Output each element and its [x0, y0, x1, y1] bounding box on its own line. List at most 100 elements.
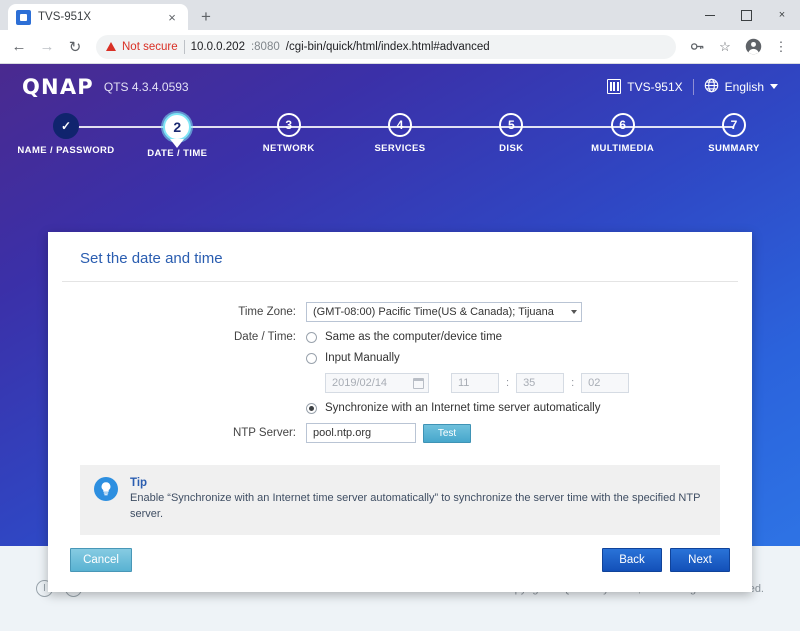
tip-text-block: Tip Enable “Synchronize with an Internet…: [130, 477, 706, 523]
language-selector[interactable]: English: [704, 78, 778, 96]
datetime-label: Date / Time:: [234, 331, 296, 343]
input-manually-row: Input Manually: [48, 352, 752, 364]
qnap-logo: QNAP: [22, 74, 94, 99]
reload-icon[interactable]: ↻: [62, 34, 88, 60]
tab-strip: TVS-951X × +: [0, 0, 220, 30]
tip-body: Enable “Synchronize with an Internet tim…: [130, 492, 701, 520]
back-button[interactable]: Back: [602, 548, 662, 572]
tip-title: Tip: [130, 477, 148, 489]
radio-same-label: Same as the computer/device time: [325, 331, 503, 343]
step-7-circle: 7: [721, 113, 746, 137]
page-title: Set the date and time: [80, 250, 223, 267]
hour-select[interactable]: 11: [451, 373, 499, 393]
forward-icon[interactable]: →: [34, 34, 60, 60]
qnap-app-header: QNAP QTS 4.3.4.0593 TVS-951X English: [0, 64, 800, 109]
setup-card: Set the date and time Time Zone: (GMT-08…: [48, 232, 752, 592]
sync-ntp-row: Synchronize with an Internet time server…: [48, 402, 752, 414]
step-3-label: NETWORK: [262, 143, 315, 154]
minute-select[interactable]: 35: [516, 373, 565, 393]
minimize-button[interactable]: [692, 0, 728, 30]
step-4-label: SERVICES: [374, 143, 426, 154]
radio-button-icon: [306, 402, 317, 414]
qnap-favicon-icon: [16, 9, 31, 25]
step-1-label: NAME / PASSWORD: [17, 145, 115, 156]
maximize-button[interactable]: [728, 0, 764, 30]
step-6-label: MULTIMEDIA: [591, 143, 655, 154]
bookmark-star-icon[interactable]: ☆: [712, 34, 738, 60]
device-indicator: TVS-951X: [607, 79, 683, 94]
step-2-date-time[interactable]: 2 DATE / TIME: [127, 113, 227, 159]
url-port: :8080: [250, 40, 280, 53]
second-select[interactable]: 02: [581, 373, 630, 393]
radio-same-as-computer[interactable]: Same as the computer/device time: [306, 331, 502, 343]
manual-datetime-controls: 2019/02/14 11 : 35 : 02: [325, 373, 630, 393]
step-1-name-password[interactable]: ✓ NAME / PASSWORD: [16, 113, 116, 156]
timezone-select[interactable]: (GMT-08:00) Pacific Time(US & Canada); T…: [306, 302, 582, 322]
ntp-controls: pool.ntp.org Test: [306, 423, 471, 443]
step-4-circle: 4: [387, 113, 412, 137]
qts-version-label: QTS 4.3.4.0593: [103, 79, 189, 94]
step-6-multimedia[interactable]: 6 MULTIMEDIA: [573, 113, 673, 154]
language-label: English: [724, 79, 764, 94]
ntp-server-row: NTP Server: pool.ntp.org Test: [48, 423, 752, 443]
cancel-button[interactable]: Cancel: [70, 548, 132, 572]
nav-button-group: Back Next: [602, 548, 730, 572]
toolbar-icon-group: ☆ ⋮: [684, 34, 794, 60]
date-time-form: Time Zone: (GMT-08:00) Pacific Time(US &…: [48, 282, 752, 443]
page-viewport: QNAP QTS 4.3.4.0593 TVS-951X English ✓ N…: [0, 64, 800, 631]
url-host: 10.0.0.202: [190, 40, 245, 53]
test-button[interactable]: Test: [423, 423, 471, 443]
lightbulb-icon: [94, 477, 118, 501]
window-controls: ×: [692, 0, 800, 30]
time-colon-2: :: [571, 377, 575, 389]
radio-button-icon: [306, 331, 317, 343]
step-5-label: DISK: [499, 143, 524, 154]
timezone-value: (GMT-08:00) Pacific Time(US & Canada); T…: [313, 306, 554, 318]
step-6-circle: 6: [610, 113, 635, 137]
card-action-bar: Cancel Back Next: [48, 548, 752, 592]
step-2-label: DATE / TIME: [147, 148, 208, 159]
step-5-disk[interactable]: 5 DISK: [461, 113, 561, 154]
step-7-label: SUMMARY: [708, 143, 760, 154]
hour-value: 11: [458, 377, 470, 389]
ntp-server-label: NTP Server:: [232, 427, 296, 439]
chevron-down-icon: [571, 310, 577, 314]
ntp-server-value: pool.ntp.org: [313, 427, 372, 439]
timezone-label: Time Zone:: [238, 306, 296, 318]
profile-avatar-icon[interactable]: [740, 34, 766, 60]
close-window-button[interactable]: ×: [764, 0, 800, 30]
minute-value: 35: [523, 377, 536, 389]
not-secure-warning-icon: [106, 42, 116, 51]
ntp-server-input[interactable]: pool.ntp.org: [306, 423, 416, 443]
step-3-network[interactable]: 3 NETWORK: [239, 113, 339, 154]
timezone-row: Time Zone: (GMT-08:00) Pacific Time(US &…: [48, 302, 752, 322]
browser-tab[interactable]: TVS-951X ×: [8, 4, 188, 30]
key-icon[interactable]: [684, 34, 710, 60]
radio-manual-label: Input Manually: [325, 352, 400, 364]
security-status-text: Not secure: [122, 40, 178, 53]
new-tab-button[interactable]: +: [192, 4, 220, 30]
back-icon[interactable]: ←: [6, 34, 32, 60]
date-input[interactable]: 2019/02/14: [325, 373, 429, 393]
same-as-computer-row: Date / Time: Same as the computer/device…: [48, 331, 752, 343]
step-3-circle: 3: [276, 113, 301, 137]
chevron-down-icon: [770, 84, 778, 89]
step-7-summary[interactable]: 7 SUMMARY: [684, 113, 784, 154]
header-right-group: TVS-951X English: [607, 78, 778, 96]
step-2-circle: 2: [163, 113, 192, 141]
tab-title: TVS-951X: [38, 11, 92, 23]
setup-step-wizard: ✓ NAME / PASSWORD 2 DATE / TIME 3 NETWOR…: [0, 113, 800, 171]
step-4-services[interactable]: 4 SERVICES: [350, 113, 450, 154]
radio-sync-internet-time[interactable]: Synchronize with an Internet time server…: [306, 402, 600, 414]
device-name-label: TVS-951X: [627, 79, 683, 94]
next-button[interactable]: Next: [670, 548, 730, 572]
radio-sync-label: Synchronize with an Internet time server…: [325, 402, 601, 414]
browser-menu-icon[interactable]: ⋮: [768, 34, 794, 60]
active-step-pointer-icon: [170, 139, 185, 148]
manual-datetime-row: 2019/02/14 11 : 35 : 02: [48, 373, 752, 393]
omnibox-divider: [183, 39, 185, 54]
step-5-circle: 5: [499, 113, 524, 137]
close-tab-icon[interactable]: ×: [164, 9, 180, 25]
radio-input-manually[interactable]: Input Manually: [306, 352, 400, 364]
address-bar[interactable]: Not secure 10.0.0.202:8080/cgi-bin/quick…: [96, 34, 676, 59]
